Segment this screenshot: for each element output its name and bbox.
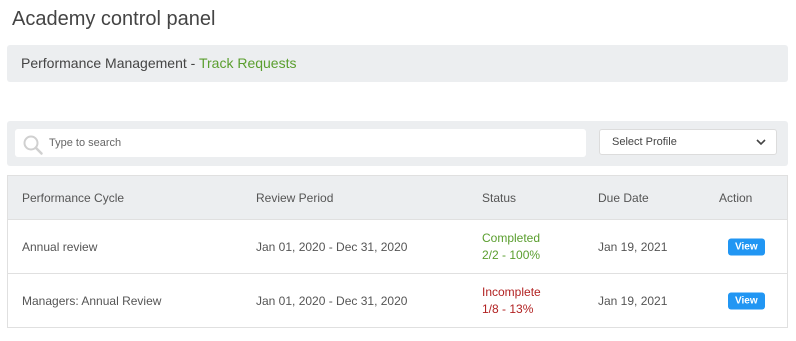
period-cell: Jan 01, 2020 - Dec 31, 2020 [256, 293, 408, 308]
profile-select-value: Select Profile [612, 136, 677, 148]
page-title: Academy control panel [12, 8, 216, 30]
breadcrumb: Performance Management - Track Requests [7, 45, 788, 82]
column-header-action: Action [719, 190, 753, 205]
status-progress: 2/2 - 100% [482, 247, 541, 262]
table-row: Managers: Annual Review Jan 01, 2020 - D… [8, 273, 787, 327]
filter-bar: Select Profile [7, 121, 788, 166]
column-header-due-date: Due Date [598, 190, 649, 205]
search-box[interactable] [15, 129, 586, 157]
view-button[interactable]: View [728, 292, 765, 309]
search-input[interactable] [49, 129, 579, 157]
chevron-down-icon [756, 139, 766, 146]
breadcrumb-section[interactable]: Performance Management [21, 55, 187, 71]
status-label: Incomplete [482, 284, 541, 299]
cycle-cell: Managers: Annual Review [22, 293, 162, 308]
status-cell: Completed 2/2 - 100% [482, 230, 540, 264]
column-header-status: Status [482, 190, 517, 205]
status-cell: Incomplete 1/8 - 13% [482, 284, 541, 318]
view-button[interactable]: View [728, 238, 765, 255]
breadcrumb-current[interactable]: Track Requests [199, 55, 297, 71]
status-progress: 1/8 - 13% [482, 301, 534, 316]
column-header-cycle: Performance Cycle [22, 190, 125, 205]
table-row: Annual review Jan 01, 2020 - Dec 31, 202… [8, 219, 787, 273]
breadcrumb-separator: - [186, 55, 199, 71]
search-icon [23, 135, 43, 155]
status-label: Completed [482, 230, 541, 245]
requests-table: Performance Cycle Review Period Status D… [7, 175, 788, 328]
cycle-cell: Annual review [22, 239, 98, 254]
table-header: Performance Cycle Review Period Status D… [8, 176, 787, 219]
period-cell: Jan 01, 2020 - Dec 31, 2020 [256, 239, 408, 254]
profile-select[interactable]: Select Profile [599, 129, 777, 155]
column-header-period: Review Period [256, 190, 334, 205]
due-date-cell: Jan 19, 2021 [598, 293, 668, 308]
due-date-cell: Jan 19, 2021 [598, 239, 668, 254]
